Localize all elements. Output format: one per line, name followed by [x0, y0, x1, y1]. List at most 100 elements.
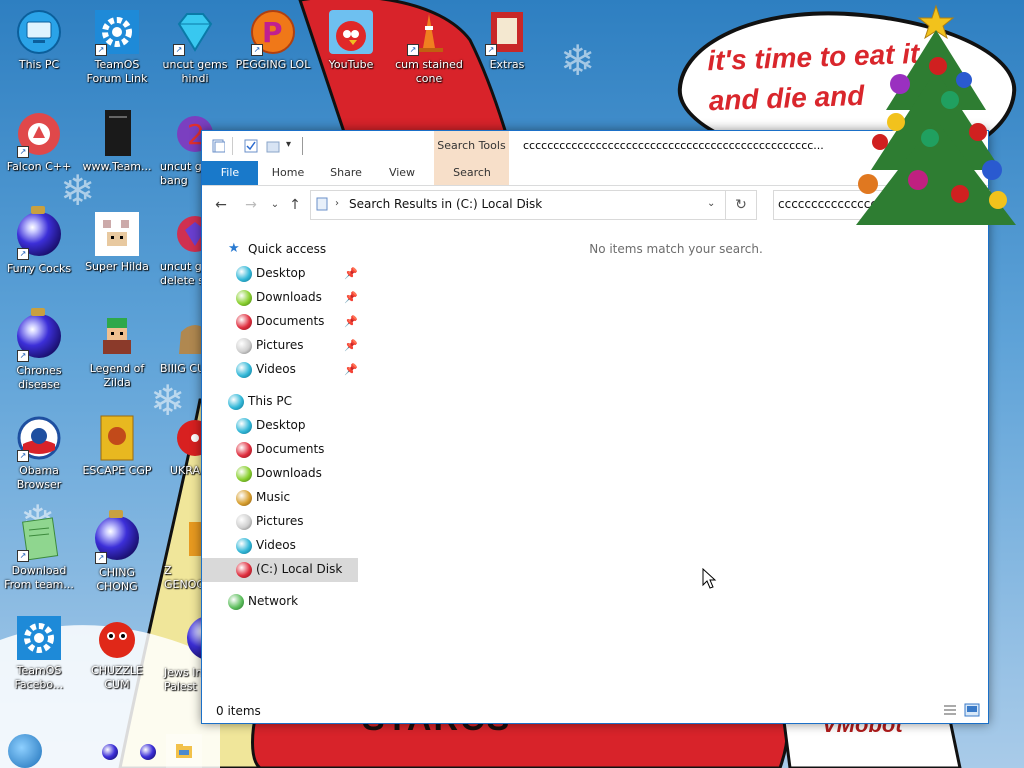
- nav-label: Downloads: [256, 290, 322, 304]
- desktop-icon-super-hilda[interactable]: Super Hilda: [78, 210, 156, 274]
- folder-icon: [176, 744, 192, 758]
- nav-pc-desktop[interactable]: Desktop: [202, 414, 358, 438]
- back-arrow-icon[interactable]: ←: [212, 196, 230, 214]
- escape-box-icon: [93, 414, 141, 462]
- pin-icon: 📌: [344, 291, 358, 304]
- desktop-icon-label: Chrones disease: [16, 364, 62, 391]
- window-title: cccccccccccccccccccccccccccccccccccccccc…: [523, 139, 824, 152]
- nav-pc-local-disk[interactable]: (C:) Local Disk: [202, 558, 358, 582]
- ornament-ball-icon: [236, 466, 252, 482]
- gear-icon: [15, 614, 63, 662]
- desktop-icon-cum-stained[interactable]: ↗ cum stained cone: [390, 8, 468, 86]
- desktop-icon-label: Super Hilda: [85, 260, 149, 273]
- desktop-icon-zilda[interactable]: Legend of Zilda: [78, 312, 156, 390]
- nav-pc-pictures[interactable]: Pictures: [202, 510, 358, 534]
- nav-quick-access[interactable]: ★ Quick access: [202, 238, 358, 262]
- nav-quick-desktop[interactable]: Desktop 📌: [202, 262, 358, 286]
- checkbox-doc-icon[interactable]: [244, 139, 258, 153]
- file-list-area[interactable]: No items match your search.: [366, 224, 988, 694]
- shortcut-arrow-icon: ↗: [485, 44, 497, 56]
- tab-home[interactable]: Home: [264, 161, 312, 185]
- desktop-icon-obama[interactable]: ↗ Obama Browser: [0, 414, 78, 492]
- desktop-icon-label: Download From team...: [4, 564, 74, 591]
- tab-share[interactable]: Share: [322, 161, 370, 185]
- gear-icon: ↗: [93, 8, 141, 56]
- details-view-icon[interactable]: [942, 703, 958, 717]
- desktop-icon-label: This PC: [18, 58, 60, 71]
- refresh-button[interactable]: ↻: [726, 190, 757, 220]
- ornament-ball-icon: [236, 338, 252, 354]
- tab-view[interactable]: View: [378, 161, 426, 185]
- pin-icon: 📌: [344, 339, 358, 352]
- breadcrumb[interactable]: Search Results in (C:) Local Disk: [349, 197, 542, 211]
- desktop-icon-label: PEGGING LOL: [235, 58, 311, 71]
- chevron-right-icon: ›: [335, 198, 339, 209]
- empty-search-message: No items match your search.: [589, 242, 763, 256]
- desktop-icon-chuzzle[interactable]: CHUZZLE CUM: [78, 614, 156, 692]
- desktop-icon-extras[interactable]: ↗ Extras: [468, 8, 546, 72]
- start-orb-icon[interactable]: [8, 734, 42, 768]
- extras-icon: ↗: [483, 8, 531, 56]
- customize-quick-access-icon[interactable]: ▾: [286, 139, 291, 150]
- shortcut-arrow-icon: ↗: [173, 44, 185, 56]
- ornament-ball-icon: [236, 538, 252, 554]
- desktop-icon-escape[interactable]: ESCAPE CGP: [78, 414, 156, 478]
- desktop-icon-pegging[interactable]: P ↗ PEGGING LOL: [234, 8, 312, 72]
- properties-icon[interactable]: [211, 139, 225, 153]
- nav-label: This PC: [248, 394, 292, 408]
- tab-search[interactable]: Search: [442, 161, 502, 185]
- desktop-icon-furry[interactable]: ↗ Furry Cocks: [0, 206, 78, 276]
- traffic-cone-icon: ↗: [405, 8, 453, 56]
- desktop-icon-chrones[interactable]: ↗ Chrones disease: [0, 308, 78, 392]
- desktop-icon-www-team[interactable]: www.Team...: [78, 110, 156, 174]
- ornament-ball-icon: [236, 266, 252, 282]
- desktop-icon-label: CHING CHONG: [96, 566, 138, 593]
- nav-quick-downloads[interactable]: Downloads 📌: [202, 286, 358, 310]
- up-arrow-icon[interactable]: ↑: [286, 196, 304, 214]
- tab-file[interactable]: File: [202, 161, 258, 185]
- desktop-icon-download-team[interactable]: ↗ Download From team...: [0, 514, 78, 592]
- nav-pc-documents[interactable]: Documents: [202, 438, 358, 462]
- angry-bird-icon: [327, 8, 375, 56]
- large-icons-view-icon[interactable]: [964, 703, 980, 717]
- ornament-ball-icon[interactable]: [102, 744, 118, 760]
- new-folder-icon[interactable]: [266, 139, 280, 153]
- desktop-icon-teamos-facebook[interactable]: TeamOS Facebo...: [0, 614, 78, 692]
- nav-label: Quick access: [248, 242, 327, 256]
- ornament-ball-icon: [236, 442, 252, 458]
- ornament-ball-icon: [228, 594, 244, 610]
- obama-logo-icon: ↗: [15, 414, 63, 462]
- desktop-icon-label: TeamOS Forum Link: [86, 58, 148, 85]
- nav-label: Documents: [256, 442, 325, 456]
- shortcut-arrow-icon: ↗: [407, 44, 419, 56]
- desktop-icon-label: Furry Cocks: [6, 262, 72, 275]
- desktop-icon-falcon[interactable]: ↗ Falcon C++: [0, 110, 78, 174]
- nav-label: Downloads: [256, 466, 322, 480]
- nav-quick-pictures[interactable]: Pictures 📌: [202, 334, 358, 358]
- nav-this-pc[interactable]: This PC: [202, 390, 358, 414]
- taskbar: [0, 732, 240, 768]
- desktop-icon-this-pc[interactable]: This PC: [0, 8, 78, 72]
- shortcut-arrow-icon: ↗: [17, 350, 29, 362]
- desktop-icon-teamos-forum[interactable]: ↗ TeamOS Forum Link: [78, 8, 156, 86]
- nav-pc-videos[interactable]: Videos: [202, 534, 358, 558]
- recent-locations-icon[interactable]: ⌄: [266, 196, 284, 214]
- desktop-icon-label: Extras: [489, 58, 525, 71]
- taskbar-explorer-button[interactable]: [166, 734, 202, 768]
- chevron-down-icon[interactable]: ⌄: [707, 198, 715, 209]
- nav-network[interactable]: Network: [202, 590, 358, 614]
- nav-label: Pictures: [256, 514, 304, 528]
- ornament-ball-icon[interactable]: [140, 744, 156, 760]
- desktop-icon-youtube[interactable]: YouTube: [312, 8, 390, 72]
- nav-quick-videos[interactable]: Videos 📌: [202, 358, 358, 382]
- forward-arrow-icon[interactable]: →: [242, 196, 260, 214]
- shortcut-arrow-icon: ↗: [17, 450, 29, 462]
- nav-label: Music: [256, 490, 291, 504]
- ornament-ball-icon: [228, 394, 244, 410]
- nav-quick-documents[interactable]: Documents 📌: [202, 310, 358, 334]
- desktop-icon-uncut-gems[interactable]: ↗ uncut gems hindi: [156, 8, 234, 86]
- nav-pc-downloads[interactable]: Downloads: [202, 462, 358, 486]
- nav-pc-music[interactable]: Music: [202, 486, 358, 510]
- address-bar[interactable]: › Search Results in (C:) Local Disk › ⌄: [310, 190, 726, 220]
- desktop-icon-ching[interactable]: ↗ CHING CHONG: [78, 510, 156, 594]
